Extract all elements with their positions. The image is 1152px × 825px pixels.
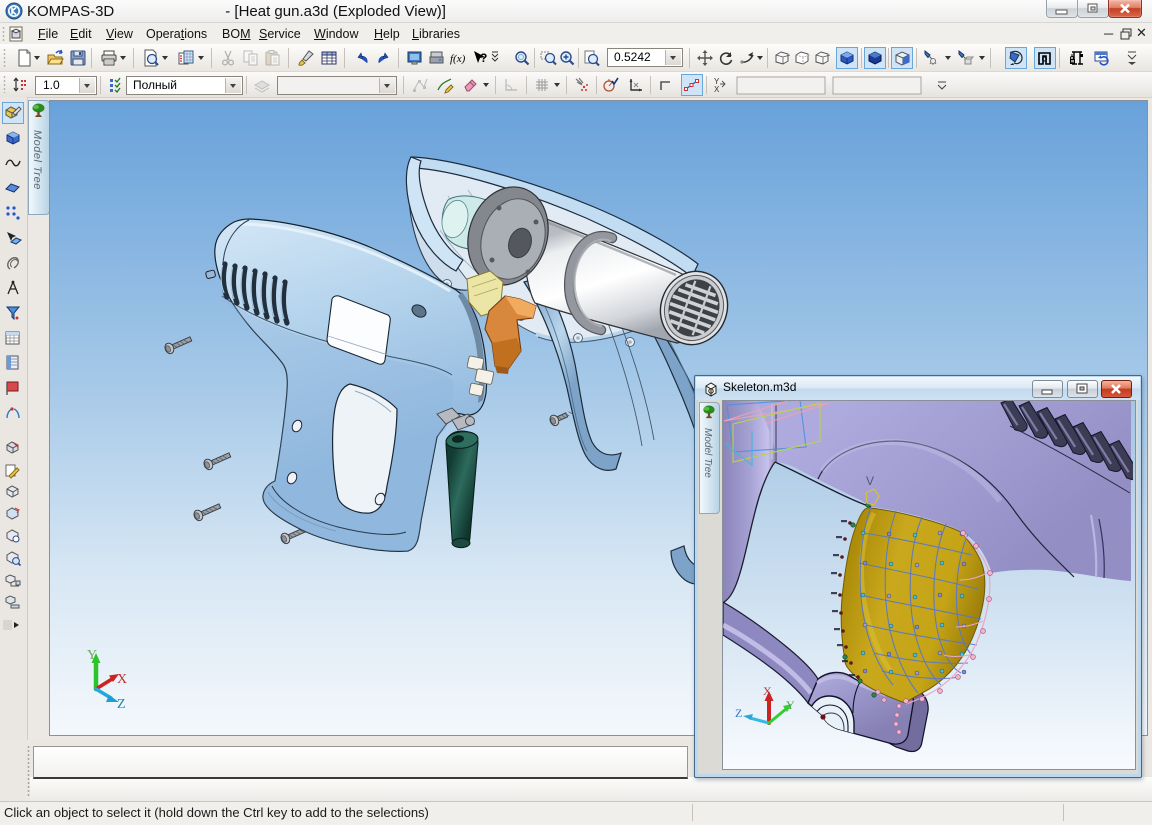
svg-text:?: ? xyxy=(480,51,487,65)
svg-text:X: X xyxy=(117,672,127,687)
svg-text:Y: Y xyxy=(87,648,97,663)
svg-text:Z: Z xyxy=(117,697,126,712)
svg-text:Y: Y xyxy=(786,698,795,712)
svg-text:X: X xyxy=(763,684,772,698)
svg-text:V: V xyxy=(866,474,874,488)
svg-text:Z: Z xyxy=(735,706,742,720)
svg-text:X: X xyxy=(714,85,720,94)
svg-text:f(x): f(x) xyxy=(450,53,466,65)
